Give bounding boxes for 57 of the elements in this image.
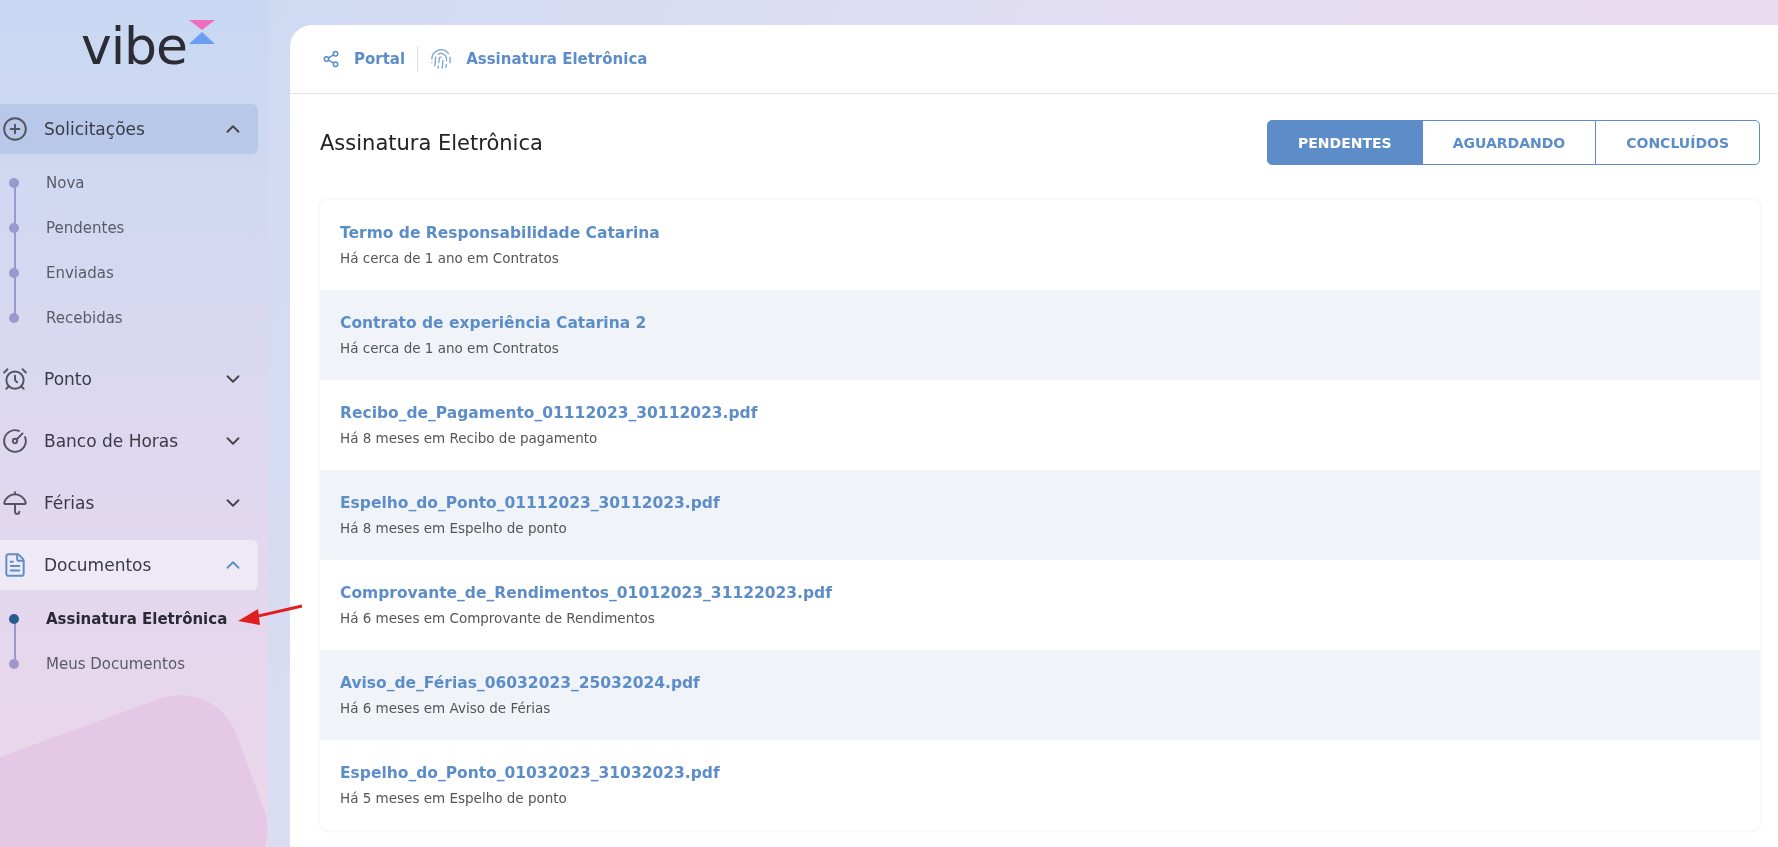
document-row[interactable]: Recibo_de_Pagamento_01112023_30112023.pdf Há 8 meses em Recibo de pagamento: [320, 380, 1760, 470]
document-icon: [2, 552, 28, 578]
document-title[interactable]: Termo de Responsabilidade Catarina: [340, 224, 660, 242]
group-label: Banco de Horas: [44, 431, 180, 451]
sidebar-group[interactable]: Documentos: [0, 540, 258, 590]
document-row[interactable]: Aviso_de_Férias_06032023_25032024.pdf Há 6 meses em Aviso de Férias: [320, 650, 1760, 740]
document-title[interactable]: Comprovante_de_Rendimentos_01012023_31122023.pdf: [340, 584, 832, 602]
item-label: Enviadas: [46, 263, 114, 282]
group-label: Solicitações: [44, 119, 146, 139]
document-title[interactable]: Recibo_de_Pagamento_01112023_30112023.pdf: [340, 404, 758, 422]
group-label: Férias: [44, 493, 96, 513]
document-row[interactable]: Contrato de experiência Catarina 2 Há cerca de 1 ano em Contratos: [320, 290, 1760, 380]
document-title[interactable]: Espelho_do_Ponto_01112023_30112023.pdf: [340, 494, 720, 512]
logo: vibe: [80, 20, 188, 72]
document-title[interactable]: Contrato de experiência Catarina 2: [340, 314, 647, 332]
sidebar-item[interactable]: Nova: [0, 160, 268, 205]
sidebar-item[interactable]: Enviadas: [0, 250, 268, 295]
sidebar-group[interactable]: Solicitações: [0, 104, 258, 154]
document-title[interactable]: Espelho_do_Ponto_01032023_31032023.pdf: [340, 764, 720, 782]
document-subtitle: Há cerca de 1 ano em Contratos: [340, 250, 559, 266]
sidebar-group[interactable]: Ponto: [0, 354, 258, 404]
document-subtitle: Há 8 meses em Recibo de pagamento: [340, 430, 598, 446]
document-row[interactable]: Termo de Responsabilidade Catarina Há cerca de 1 ano em Contratos: [320, 200, 1760, 290]
sidebar-group[interactable]: Férias: [0, 478, 258, 528]
item-label: Recebidas: [46, 308, 123, 327]
document-subtitle: Há cerca de 1 ano em Contratos: [340, 340, 559, 356]
sidebar-item[interactable]: Meus Documentos: [0, 641, 268, 686]
document-subtitle: Há 8 meses em Espelho de ponto: [340, 520, 567, 536]
item-label: Assinatura Eletrônica: [46, 609, 228, 628]
plus-circle-icon: [2, 116, 28, 142]
nodes-icon: [322, 50, 340, 68]
fingerprint-icon: [430, 48, 453, 70]
tab[interactable]: CONCLUÍDOS: [1595, 120, 1760, 165]
document-row[interactable]: Espelho_do_Ponto_01032023_31032023.pdf Há 5 meses em Espelho de ponto: [320, 740, 1760, 830]
sidebar-item[interactable]: Assinatura Eletrônica: [0, 596, 268, 641]
sidebar-group[interactable]: Banco de Horas: [0, 416, 258, 466]
page-title: Assinatura Eletrônica: [320, 130, 543, 155]
document-row[interactable]: Comprovante_de_Rendimentos_01012023_31122023.pdf Há 6 meses em Comprovante de Rendimentos: [320, 560, 1760, 650]
gauge-icon: [2, 428, 28, 454]
document-subtitle: Há 6 meses em Comprovante de Rendimentos: [340, 610, 655, 626]
document-subtitle: Há 6 meses em Aviso de Férias: [340, 700, 551, 716]
group-label: Documentos: [44, 555, 153, 575]
group-label: Ponto: [44, 369, 93, 389]
item-label: Pendentes: [46, 218, 125, 237]
umbrella-icon: [2, 490, 28, 516]
alarm-clock-icon: [2, 366, 28, 392]
breadcrumb-link[interactable]: Assinatura Eletrônica: [430, 48, 660, 70]
tab[interactable]: AGUARDANDO: [1421, 120, 1597, 165]
breadcrumb-link[interactable]: Portal: [322, 50, 418, 68]
document-subtitle: Há 5 meses em Espelho de ponto: [340, 790, 567, 806]
sidebar-item[interactable]: Pendentes: [0, 205, 268, 250]
document-row[interactable]: Espelho_do_Ponto_01112023_30112023.pdf Há 8 meses em Espelho de ponto: [320, 470, 1760, 560]
item-label: Nova: [46, 173, 85, 192]
item-label: Meus Documentos: [46, 654, 185, 673]
document-title[interactable]: Aviso_de_Férias_06032023_25032024.pdf: [340, 674, 700, 692]
tab[interactable]: PENDENTES: [1267, 120, 1423, 165]
sidebar-item[interactable]: Recebidas: [0, 295, 268, 340]
